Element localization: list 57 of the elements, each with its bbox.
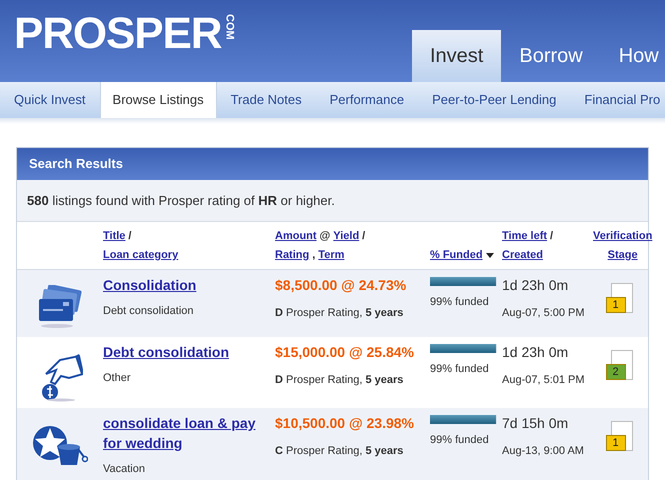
listing-title-link[interactable]: Debt consolidation [103,342,271,362]
time-left: 1d 23h 0m [502,343,570,362]
listing-title-link[interactable]: Consolidation [103,275,271,295]
loan-category: Vacation [103,462,146,477]
rating-term: D Prosper Rating, 5 years [275,373,404,388]
column-link[interactable]: % Funded [430,249,483,262]
amount-yield: $8,500.00 @ 24.73% [275,276,408,295]
summary-text: 580 listings found with Prosper rating of HR or higher. [27,192,335,210]
separator-text: @ [320,230,330,243]
stage-badge: 2 [606,364,626,380]
column-link[interactable]: Title [103,230,126,243]
column-link[interactable]: Amount [275,230,317,243]
column-link[interactable]: Verification [593,230,652,243]
beach-ball-bucket-icon [33,426,88,465]
column-link[interactable]: Created [502,249,543,262]
separator-text: / [550,230,554,243]
nav-tab[interactable]: Invest [412,30,502,82]
listing-title-link[interactable]: consolidate loan & pay for wedding [103,413,271,453]
separator-text: / [362,230,366,243]
stage-badge: 1 [606,297,626,313]
panel-title: Search Results [17,148,648,180]
time-left: 1d 23h 0m [502,276,570,295]
logo-suffix: COM [223,14,234,40]
separator-text: , [312,249,316,262]
column-link[interactable]: Term [318,249,344,262]
column-link[interactable]: Yield [333,230,360,243]
stage-badge: 1 [606,435,626,451]
logo[interactable]: PROSPER [14,12,222,56]
column-link[interactable]: Stage [608,249,638,262]
column-link[interactable]: Rating [275,249,310,262]
loan-category: Debt consolidation [103,304,195,319]
nav-tab[interactable]: How [600,30,665,82]
sort-down-icon[interactable] [486,253,494,258]
rating-term: D Prosper Rating, 5 years [275,306,404,321]
amount-yield: $15,000.00 @ 25.84% [275,343,415,362]
column-link[interactable]: Loan category [103,249,178,262]
hand-coin-icon [42,354,83,402]
created-date: Aug-07, 5:00 PM [502,306,586,321]
column-link[interactable]: Time left [502,230,548,243]
subnav-tab[interactable]: Performance [316,82,418,118]
funded-text: 99% funded [430,362,490,377]
subnav-tab[interactable]: Quick Invest [0,82,100,118]
separator-text: / [128,230,132,243]
rating-term: C Prosper Rating, 5 years [275,444,404,459]
subnav-tab[interactable]: Trade Notes [216,82,316,118]
credit-cards-icon [39,285,82,328]
nav-tab[interactable]: Borrow [501,30,601,82]
loan-category: Other [103,371,132,386]
funded-text: 99% funded [430,433,490,448]
subnav-tab[interactable]: Financial Pro [570,82,665,118]
created-date: Aug-13, 9:00 AM [502,444,585,459]
amount-yield: $10,500.00 @ 23.98% [275,414,415,433]
subnav-tab[interactable]: Peer-to-Peer Lending [418,82,570,118]
created-date: Aug-07, 5:01 PM [502,373,586,388]
funded-text: 99% funded [430,295,490,310]
time-left: 7d 15h 0m [502,414,570,433]
subnav-tab[interactable]: Browse Listings [100,82,217,118]
